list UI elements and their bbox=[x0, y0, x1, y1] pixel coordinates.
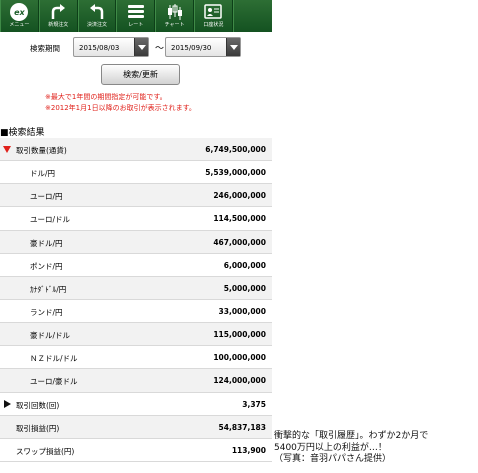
toolbar-settlement-label: 決済注文 bbox=[86, 22, 107, 28]
row-label: ランド/円 bbox=[30, 307, 63, 317]
row-label: ＮＺドル/ドル bbox=[30, 354, 78, 364]
trading-app-screen: ex メニュー 新規注文 決済注文 レート チャート 口座状況 検索期間 201… bbox=[0, 0, 272, 473]
date-to-value: 2015/09/30 bbox=[171, 44, 212, 52]
row-label: 取引数量(通貨) bbox=[16, 146, 67, 155]
row-value: 115,000,000 bbox=[213, 330, 266, 340]
note-max-period: ※最大で1年間の期間指定が可能です。 bbox=[45, 93, 167, 101]
row-value: 114,500,000 bbox=[213, 214, 266, 224]
table-row: 豪ドル/ドル 115,000,000 bbox=[0, 323, 272, 347]
search-update-button[interactable]: 検索/更新 bbox=[101, 64, 180, 85]
table-row-total-volume[interactable]: 取引数量(通貨) 6,749,500,000 bbox=[0, 138, 272, 162]
row-label: ユーロ/豪ドル bbox=[30, 377, 78, 387]
results-table: 取引数量(通貨) 6,749,500,000 ドル/円 5,539,000,00… bbox=[0, 138, 272, 462]
table-row-trade-count[interactable]: 取引回数(回) 3,375 bbox=[0, 393, 272, 416]
results-heading: ■検索結果 bbox=[0, 128, 45, 138]
row-value: 5,000,000 bbox=[223, 283, 266, 293]
account-card-icon bbox=[204, 4, 223, 19]
toolbar-menu-button[interactable]: ex メニュー bbox=[0, 0, 39, 32]
row-value: 54,837,183 bbox=[218, 422, 266, 432]
caption-line-2: 5400万円以上の利益が…！ bbox=[274, 442, 387, 453]
toolbar-settlement-button[interactable]: 決済注文 bbox=[77, 0, 117, 32]
table-row: ＮＺドル/ドル 100,000,000 bbox=[0, 346, 272, 370]
row-value: 467,000,000 bbox=[213, 237, 266, 247]
table-row-swap-pnl: スワップ損益(円) 113,900 bbox=[0, 439, 272, 462]
expand-triangle-icon bbox=[4, 399, 11, 408]
row-value: 100,000,000 bbox=[213, 353, 266, 363]
caption-line-1: 衝撃的な「取引履歴」。わずか2か月で bbox=[274, 431, 429, 441]
table-row: ドル/円 5,539,000,000 bbox=[0, 161, 272, 185]
toolbar-chart-label: チャート bbox=[164, 22, 185, 28]
table-row: ユーロ/豪ドル 124,000,000 bbox=[0, 369, 272, 393]
chevron-down-icon bbox=[226, 38, 240, 56]
candlestick-chart-icon bbox=[167, 4, 182, 20]
photo-caption: 衝撃的な「取引履歴」。わずか2か月で 5400万円以上の利益が…！ （写真：音羽… bbox=[274, 431, 428, 466]
table-row: ポンド/円 6,000,000 bbox=[0, 254, 272, 277]
toolbar-filler bbox=[232, 0, 272, 32]
toolbar-chart-button[interactable]: チャート bbox=[155, 0, 194, 32]
row-label: ポンド/円 bbox=[30, 261, 63, 271]
caption-line-3: （写真：音羽パパさん提供） bbox=[274, 454, 392, 464]
row-label: ｶﾅﾀﾞﾄﾞﾙ/円 bbox=[30, 284, 67, 294]
toolbar-new-order-button[interactable]: 新規注文 bbox=[38, 0, 78, 32]
row-label: ユーロ/ドル bbox=[30, 215, 71, 225]
date-from-value: 2015/08/03 bbox=[79, 44, 120, 52]
row-value: 3,375 bbox=[242, 399, 266, 409]
row-value: 33,000,000 bbox=[218, 306, 266, 316]
date-to-select[interactable]: 2015/09/30 bbox=[165, 37, 241, 57]
date-from-select[interactable]: 2015/08/03 bbox=[73, 37, 149, 57]
table-row-trade-pnl: 取引損益(円) 54,837,183 bbox=[0, 415, 272, 439]
toolbar-account-button[interactable]: 口座状況 bbox=[193, 0, 233, 32]
ex-logo-icon: ex bbox=[10, 3, 29, 21]
row-label: 取引回数(回) bbox=[16, 400, 60, 410]
row-label: ユーロ/円 bbox=[30, 192, 63, 202]
row-value: 113,900 bbox=[231, 445, 266, 455]
table-row: 豪ドル/円 467,000,000 bbox=[0, 230, 272, 254]
chevron-down-icon bbox=[134, 38, 148, 56]
table-row: ランド/円 33,000,000 bbox=[0, 300, 272, 324]
rate-list-icon bbox=[127, 5, 144, 18]
table-row: ｶﾅﾀﾞﾄﾞﾙ/円 5,000,000 bbox=[0, 276, 272, 300]
toolbar-account-label: 口座状況 bbox=[203, 22, 224, 28]
toolbar-rate-button[interactable]: レート bbox=[116, 0, 156, 32]
date-range-separator: 〜 bbox=[155, 44, 165, 54]
toolbar-new-order-label: 新規注文 bbox=[48, 22, 69, 28]
row-value: 6,000,000 bbox=[223, 260, 266, 270]
row-label: 豪ドル/円 bbox=[30, 238, 63, 248]
table-row: ユーロ/ドル 114,500,000 bbox=[0, 207, 272, 231]
row-label: 豪ドル/ドル bbox=[30, 331, 71, 341]
row-value: 124,000,000 bbox=[213, 376, 266, 386]
note-date-range: ※2012年1月1日以降のお取引が表示されます。 bbox=[45, 104, 196, 112]
settlement-arrow-icon bbox=[89, 4, 104, 19]
row-value: 5,539,000,000 bbox=[205, 168, 266, 178]
row-value: 246,000,000 bbox=[213, 191, 266, 201]
toolbar-menu-label: メニュー bbox=[9, 22, 30, 28]
collapse-triangle-icon bbox=[3, 146, 11, 153]
search-period-label: 検索期間 bbox=[30, 44, 60, 53]
top-toolbar: ex メニュー 新規注文 決済注文 レート チャート 口座状況 bbox=[0, 0, 272, 32]
row-value: 6,749,500,000 bbox=[205, 145, 266, 154]
new-order-arrow-icon bbox=[51, 4, 66, 19]
row-label: スワップ損益(円) bbox=[16, 446, 75, 456]
row-label: ドル/円 bbox=[30, 169, 56, 179]
row-label: 取引損益(円) bbox=[16, 423, 60, 433]
toolbar-rate-label: レート bbox=[128, 22, 144, 28]
table-row: ユーロ/円 246,000,000 bbox=[0, 184, 272, 208]
